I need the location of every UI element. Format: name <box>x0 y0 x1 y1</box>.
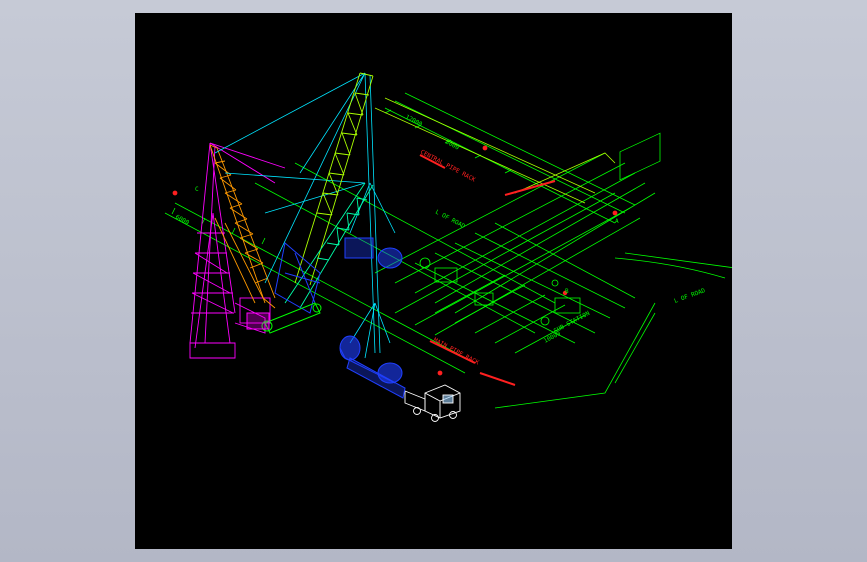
crane-body-blue <box>274 237 403 384</box>
label-main-pipe-rack: MAIN PIPE RACK <box>432 337 480 367</box>
label-dim-3: 6000 <box>174 214 190 227</box>
label-road-left: L OF ROAD <box>434 209 466 231</box>
label-dim-2: 8000 <box>444 139 460 152</box>
label-road-right: L OF ROAD <box>673 287 706 305</box>
crawler-tracks <box>261 302 322 334</box>
crawler-crane-left <box>189 142 286 359</box>
cad-viewport[interactable]: L OF ROAD L OF ROAD SUB STATION A B 1200… <box>135 13 732 549</box>
label-axis-a: A <box>615 218 619 225</box>
counterweight <box>246 312 270 330</box>
label-axis-b: B <box>565 288 569 295</box>
label-dim-1: 12000 <box>404 114 424 129</box>
transport-truck <box>404 384 461 422</box>
label-axis-c: C <box>195 186 199 193</box>
crane-lift-drawing: L OF ROAD L OF ROAD SUB STATION A B 1200… <box>164 72 732 422</box>
label-central-pipe-rack: CENTRAL PIPE RACK <box>419 149 477 184</box>
